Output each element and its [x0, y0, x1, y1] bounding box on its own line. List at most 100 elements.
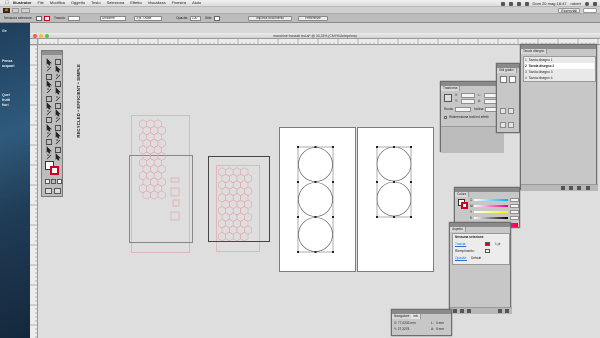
rotate-field[interactable]: [455, 107, 471, 112]
circle-stack-artwork[interactable]: [357, 127, 434, 272]
stroke-color-swatch[interactable]: [50, 166, 59, 175]
circle-stack-artwork[interactable]: [279, 127, 356, 272]
move-down-icon[interactable]: [569, 186, 573, 190]
yellow-field[interactable]: [510, 210, 519, 214]
minimize-window-icon[interactable]: [39, 34, 43, 38]
appearance-row-opacity[interactable]: Opacità: Default: [455, 255, 507, 261]
color-stroke-swatch[interactable]: [461, 202, 468, 209]
cyan-slider[interactable]: [474, 199, 508, 201]
cyan-field[interactable]: [510, 198, 519, 202]
add-stroke-icon[interactable]: [453, 309, 457, 313]
screen-mode-button[interactable]: [54, 188, 61, 194]
arrange-documents-button[interactable]: [21, 8, 30, 13]
appearance-row-label[interactable]: Riempimento:: [455, 249, 475, 253]
panel-action-button[interactable]: [508, 122, 514, 128]
panel-action-button[interactable]: [500, 122, 506, 128]
zoom-window-icon[interactable]: [45, 34, 49, 38]
tab-tavole-disegno[interactable]: Tavole disegno: [521, 49, 548, 54]
scale-strokes-checkbox[interactable]: [444, 116, 447, 119]
graphic-style-swatch[interactable]: [214, 16, 220, 21]
artwork-vertical-text[interactable]: RECYCLED • EFFICIENT • SIMPLE: [76, 64, 81, 138]
vertical-ruler[interactable]: [30, 45, 38, 338]
apple-icon[interactable]: : [4, 0, 10, 6]
panel-action-button[interactable]: [500, 108, 506, 114]
appearance-row-stroke[interactable]: Traccia: 1 pt: [455, 241, 507, 247]
workspace-switcher[interactable]: Essenziali: [558, 8, 580, 13]
transform-x-field[interactable]: [461, 93, 475, 98]
help-search-input[interactable]: [583, 8, 597, 13]
color-mode-button[interactable]: [45, 179, 50, 184]
tab-trasforma[interactable]: Trasforma: [441, 86, 461, 91]
style-swatch[interactable]: [500, 76, 507, 83]
appearance-row-label[interactable]: Traccia:: [455, 242, 466, 246]
none-mode-button[interactable]: [57, 179, 62, 184]
document-setup-button[interactable]: Imposta documento: [248, 16, 292, 21]
add-fill-icon[interactable]: [460, 309, 464, 313]
battery-icon[interactable]: [524, 1, 529, 6]
hex-pattern-artwork[interactable]: [131, 118, 191, 252]
new-artboard-icon[interactable]: [577, 186, 581, 190]
hand-tool-icon[interactable]: [44, 152, 52, 160]
menu-file[interactable]: File: [37, 0, 43, 6]
menu-aiuto[interactable]: Aiuto: [192, 0, 201, 6]
magenta-slider[interactable]: [474, 205, 508, 207]
preferences-button[interactable]: Preferenze: [298, 16, 328, 21]
move-up-icon[interactable]: [561, 186, 565, 190]
opacity-label[interactable]: Opacità: [176, 16, 187, 21]
panel-action-button[interactable]: [508, 108, 514, 114]
yellow-slider[interactable]: [474, 211, 508, 213]
opacity-field[interactable]: 100: [190, 16, 201, 21]
fx-icon[interactable]: [467, 309, 471, 313]
fill-none-chip[interactable]: [485, 249, 490, 253]
trash-icon[interactable]: [586, 186, 590, 190]
appearance-row-label[interactable]: Opacità:: [455, 256, 467, 260]
magenta-field[interactable]: [510, 204, 519, 208]
document-title: macchine fronzati red.ai* @ 33,33% (CMYK…: [273, 34, 357, 38]
notification-center-icon[interactable]: [593, 1, 597, 6]
menu-finestra[interactable]: Finestra: [172, 0, 186, 6]
fill-swatch[interactable]: [36, 16, 42, 21]
stroke-swatch[interactable]: [44, 16, 50, 21]
menu-effetto[interactable]: Effetto: [130, 0, 142, 6]
hex-pattern-artwork[interactable]: [216, 166, 260, 252]
menu-visualizza[interactable]: Visualizza: [148, 0, 166, 6]
style-swatch[interactable]: [509, 76, 516, 83]
transform-y-field[interactable]: [461, 99, 475, 104]
black-slider[interactable]: [474, 217, 508, 219]
tab-colore[interactable]: Colore: [455, 192, 470, 197]
trash-icon[interactable]: [505, 309, 509, 313]
tab-info[interactable]: Info: [411, 314, 422, 319]
zoom-tool-icon[interactable]: [53, 152, 61, 161]
menubar-clock[interactable]: Dom 20 mag 18:47: [533, 1, 567, 6]
menu-oggetto[interactable]: Oggetto: [71, 0, 85, 6]
draw-mode-button[interactable]: [45, 188, 52, 194]
spotlight-icon[interactable]: [585, 1, 589, 6]
duplicate-icon[interactable]: [498, 309, 502, 313]
wifi-icon[interactable]: [508, 1, 513, 6]
menu-modifica[interactable]: Modifica: [50, 0, 65, 6]
tools-panel-header[interactable]: [42, 51, 62, 55]
dropbox-icon[interactable]: [500, 1, 505, 6]
menubar-user[interactable]: robert: [571, 1, 581, 6]
stroke-label[interactable]: Traccia: [54, 16, 65, 21]
artboard-list-item[interactable]: 4 Tavola disegno 4: [525, 75, 594, 81]
volume-icon[interactable]: [516, 1, 521, 6]
stroke-color-chip[interactable]: [485, 242, 490, 246]
stroke-weight-field[interactable]: [68, 16, 80, 21]
appearance-row-fill[interactable]: Riempimento:: [455, 248, 507, 254]
tab-navigatore[interactable]: Navigatore: [392, 314, 413, 319]
tab-stili-grafici[interactable]: Stili grafici: [497, 68, 517, 73]
menu-testo[interactable]: Testo: [91, 0, 101, 6]
close-window-icon[interactable]: [33, 34, 37, 38]
gradient-mode-button[interactable]: [51, 179, 56, 184]
bridge-button[interactable]: [12, 8, 19, 13]
reference-point-grid[interactable]: [444, 94, 452, 102]
menu-app[interactable]: Illustrator: [13, 0, 31, 6]
black-field[interactable]: [510, 216, 519, 220]
stroke-profile-select[interactable]: Uniforme: [100, 16, 126, 21]
menu-seleziona[interactable]: Seleziona: [107, 0, 125, 6]
tab-aspetto[interactable]: Aspetto: [450, 227, 466, 232]
anchor-point: [332, 216, 334, 218]
brush-select[interactable]: 3 pt. Ovale: [134, 16, 162, 21]
anchor-point: [314, 216, 317, 218]
